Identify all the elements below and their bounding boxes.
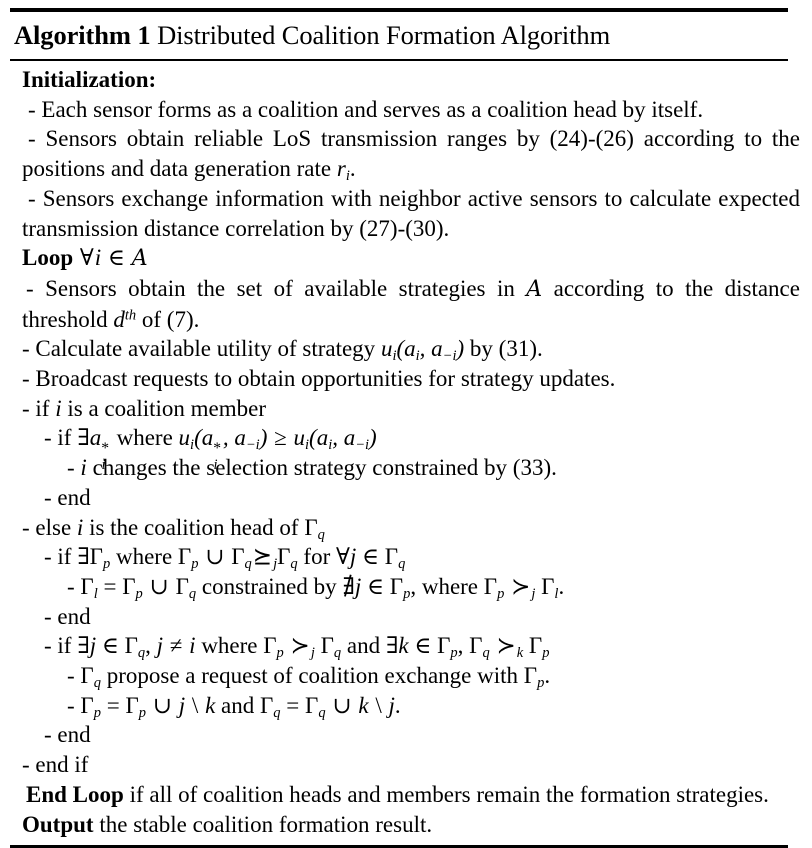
algorithm-body: Initialization: - Each sensor forms as a… — [10, 61, 800, 845]
algorithm-number: Algorithm 1 — [14, 20, 151, 50]
if-exists-gamma-p: - if ∃Γp where Γp ∪ Γq⪰jΓq for ∀j ∈ Γq — [44, 544, 406, 573]
algorithm-name: Distributed Coalition Formation Algorith… — [157, 20, 611, 50]
exchange-assignment-step: - Γp = Γp ∪ j \ k and Γq = Γq ∪ k \ j. — [67, 692, 401, 721]
loop-step-utility: - Calculate available utility of strateg… — [22, 336, 543, 365]
if-exchange-condition: - if ∃j ∈ Γq, j ≠ i where Γp ≻j Γq and ∃… — [44, 633, 550, 662]
succeeds-icon: ≻ — [490, 633, 516, 659]
set-minus-icon: \ — [186, 692, 205, 718]
initialization-label: Initialization: — [22, 67, 157, 92]
algorithm-title: Algorithm 1 Distributed Coalition Format… — [10, 12, 788, 59]
loop-step-broadcast: - Broadcast requests to obtain opportuni… — [22, 366, 616, 392]
init-step-1: - Each sensor forms as a coalition and s… — [28, 96, 704, 122]
algorithm-block: Algorithm 1 Distributed Coalition Format… — [10, 0, 800, 848]
gamma-symbol: Γ — [304, 514, 318, 540]
succeeds-equal-icon: ⪰ — [252, 544, 273, 570]
succeeds-icon: ≻ — [505, 573, 531, 599]
distance-threshold-symbol: d — [113, 306, 125, 332]
union-icon: ∪ — [205, 544, 225, 570]
init-step-3: - Sensors exchange information with neig… — [22, 185, 800, 241]
element-of-icon: ∈ — [107, 245, 125, 271]
end-if: - end if — [22, 752, 89, 778]
union-icon: ∪ — [147, 692, 178, 718]
rate-symbol: r — [336, 156, 346, 182]
merge-coalitions-step: - Γl = Γp ∪ Γq constrained by ∄j ∈ Γp, w… — [67, 573, 565, 602]
strategy-set-symbol: A — [131, 246, 148, 272]
propose-exchange-step: - Γq propose a request of coalition exch… — [67, 663, 551, 691]
end-inner-if-3: - end — [44, 722, 91, 748]
union-icon: ∪ — [326, 692, 358, 718]
end-inner-if-2: - end — [44, 603, 91, 629]
greater-equal-icon: ≥ — [274, 425, 287, 451]
output-statement: Output the stable coalition formation re… — [22, 811, 433, 837]
union-icon: ∪ — [143, 573, 175, 599]
end-inner-if-1: - end — [44, 484, 91, 510]
forall-icon: ∀ — [79, 245, 94, 271]
set-minus-icon: \ — [369, 692, 388, 718]
loop-step-strategies: - Sensors obtain the set of available st… — [22, 275, 800, 332]
change-strategy-step: - i changes the selection strategy const… — [67, 455, 557, 481]
else-coalition-head: - else i is the coalition head of Γq — [22, 514, 325, 543]
init-step-2: - Sensors obtain reliable LoS transmissi… — [22, 126, 800, 185]
if-exists-better-strategy: - if ∃a * i where ui(a * i, a−i) ≥ ui(ai, a−… — [44, 425, 377, 474]
loop-header: Loop ∀i ∈ A — [22, 245, 148, 272]
not-equal-icon: ≠ — [164, 633, 189, 659]
if-coalition-member: - if i is a coalition member — [22, 395, 266, 421]
optimal-action-symbol: a * i — [89, 425, 109, 474]
succeeds-icon: ≻ — [284, 633, 310, 659]
end-loop-statement: End Loop if all of coalition heads and m… — [26, 781, 769, 807]
strategy-set-symbol: A — [526, 276, 543, 302]
